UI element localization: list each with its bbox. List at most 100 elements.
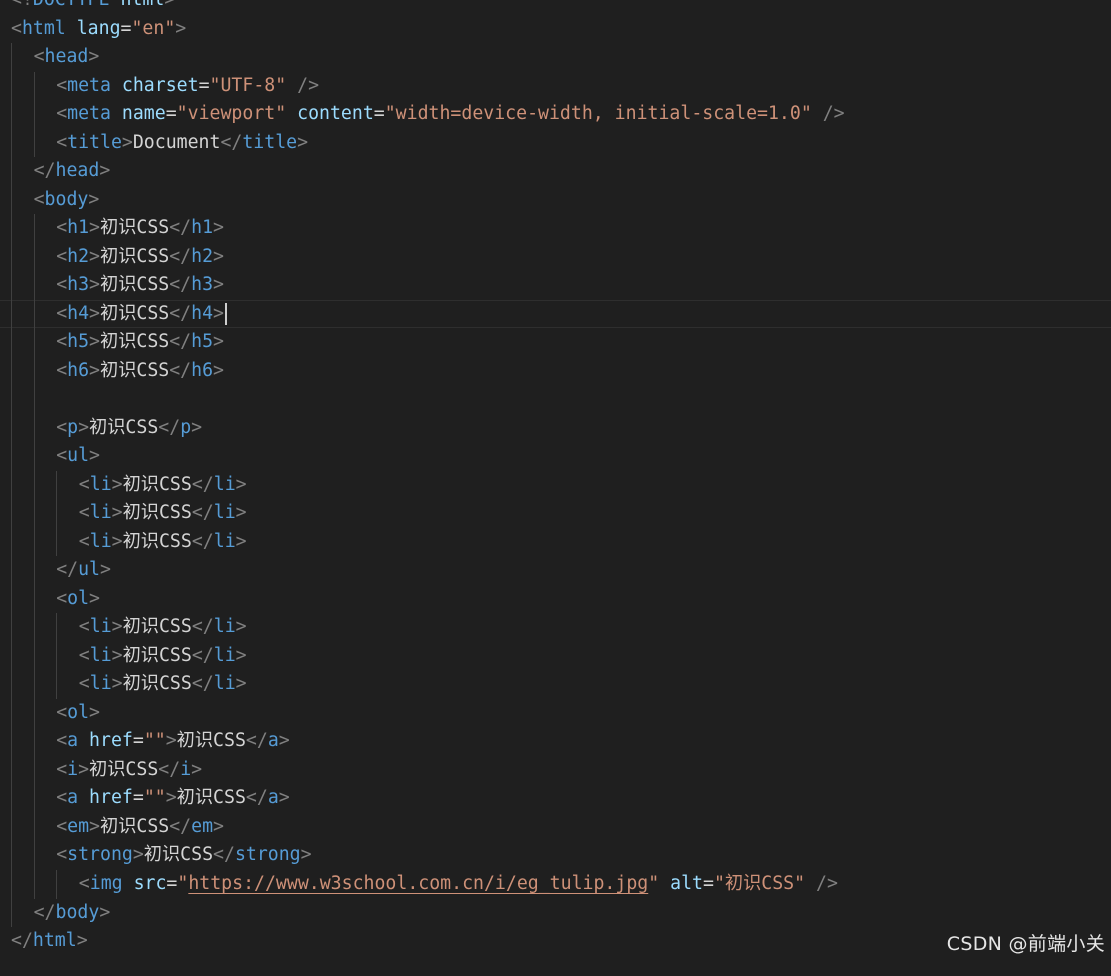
code-token: >	[89, 217, 100, 239]
code-line[interactable]: <h5>初识CSS</h5>	[0, 328, 1111, 357]
code-token: </	[169, 302, 192, 324]
indent-guide	[33, 527, 35, 557]
code-token: 初识CSS	[122, 673, 192, 695]
indent-guide	[11, 385, 12, 414]
code-token: >	[89, 245, 100, 267]
code-token: p	[67, 416, 79, 438]
code-line[interactable]	[0, 385, 1111, 414]
code-line[interactable]: <ol>	[0, 698, 1111, 728]
code-token: >	[89, 302, 100, 324]
code-line[interactable]: <img src="https://www.w3school.com.cn/i/…	[0, 869, 1111, 899]
code-line[interactable]: <h4>初识CSS</h4>	[0, 299, 1111, 329]
code-line[interactable]: <h1>初识CSS</h1>	[0, 214, 1111, 243]
indent-guide	[11, 556, 12, 585]
code-line[interactable]: <em>初识CSS</em>	[0, 812, 1111, 842]
code-token: </	[158, 416, 181, 438]
code-line[interactable]: </html>	[0, 927, 1111, 956]
code-line[interactable]: <ul>	[0, 442, 1111, 471]
code-token: 初识CSS	[100, 302, 170, 324]
code-token: src	[133, 872, 167, 894]
code-token: </	[158, 758, 181, 780]
code-token: <	[56, 416, 68, 438]
code-token: 初识CSS	[89, 758, 159, 780]
code-line[interactable]: <h2>初识CSS</h2>	[0, 242, 1111, 272]
indent-guide	[11, 727, 12, 756]
code-line[interactable]: <h3>初识CSS</h3>	[0, 271, 1111, 300]
code-token: </	[191, 644, 214, 666]
code-line[interactable]: <a href="">初识CSS</a>	[0, 727, 1111, 756]
code-token: >	[99, 160, 111, 182]
code-line[interactable]: <li>初识CSS</li>	[0, 613, 1111, 642]
code-token: <	[56, 131, 68, 153]
code-text: <li>初识CSS</li>	[79, 471, 247, 500]
indent-guide	[56, 869, 58, 899]
indent-guide	[11, 584, 12, 614]
indent-guide	[11, 413, 12, 443]
code-line[interactable]: <title>Document</title>	[0, 128, 1111, 158]
code-token: >	[191, 758, 203, 780]
code-token: title	[67, 131, 122, 153]
code-token: 初识CSS	[122, 616, 192, 638]
indent-guide	[11, 242, 12, 272]
code-text: <a href="">初识CSS</a>	[56, 784, 290, 813]
code-line[interactable]: <head>	[0, 43, 1111, 72]
code-token: </	[191, 502, 214, 524]
code-line[interactable]: <body>	[0, 185, 1111, 215]
code-token: meta	[67, 103, 111, 125]
code-token: <	[56, 758, 68, 780]
code-token: 初识CSS	[176, 787, 246, 809]
code-token: 初识CSS	[100, 331, 170, 353]
code-token: i	[180, 758, 192, 780]
code-token: a	[267, 730, 279, 752]
code-token: >	[111, 644, 123, 666]
code-line[interactable]: <ol>	[0, 584, 1111, 614]
code-line[interactable]: <li>初识CSS</li>	[0, 499, 1111, 528]
code-line[interactable]: <li>初识CSS</li>	[0, 670, 1111, 699]
code-line[interactable]: <li>初识CSS</li>	[0, 641, 1111, 671]
code-line[interactable]: </head>	[0, 157, 1111, 186]
indent-guide	[11, 499, 12, 528]
indent-guide	[11, 613, 12, 642]
code-token: =	[165, 103, 177, 125]
code-line[interactable]: <p>初识CSS</p>	[0, 413, 1111, 443]
code-token: <	[56, 245, 68, 267]
code-text: <li>初识CSS</li>	[79, 499, 247, 528]
code-token: <	[78, 530, 90, 552]
code-line[interactable]: <i>初识CSS</i>	[0, 755, 1111, 785]
code-line[interactable]: <html lang="en">	[0, 15, 1111, 44]
code-token: <	[78, 872, 90, 894]
code-token: >	[278, 730, 290, 752]
code-token: html	[32, 930, 77, 952]
code-token: em	[191, 815, 214, 837]
code-line[interactable]: <h6>初识CSS</h6>	[0, 356, 1111, 386]
code-token: "en"	[131, 17, 176, 39]
code-line[interactable]: <a href="">初识CSS</a>	[0, 784, 1111, 813]
code-text: </html>	[11, 927, 88, 956]
code-token: >	[165, 787, 177, 809]
code-token: <	[56, 359, 68, 381]
code-token: 初识CSS	[122, 473, 192, 495]
code-token: >	[164, 0, 175, 10]
code-token: lang	[76, 17, 121, 39]
indent-guide	[11, 442, 12, 471]
csdn-watermark: CSDN @前端小关	[946, 933, 1105, 955]
code-line[interactable]: </ul>	[0, 556, 1111, 585]
indent-guide	[56, 670, 58, 699]
code-editor[interactable]: <!DOCTYPE html><html lang="en"><head><me…	[0, 0, 1111, 976]
code-token: </	[11, 930, 33, 952]
code-line[interactable]: <meta charset="UTF-8" />	[0, 71, 1111, 101]
code-line[interactable]: <li>初识CSS</li>	[0, 470, 1111, 500]
code-token: />	[816, 872, 838, 894]
code-line[interactable]: <meta name="viewport" content="width=dev…	[0, 100, 1111, 129]
code-token: DOCTYPE	[33, 0, 110, 10]
code-text: <ol>	[56, 699, 100, 728]
code-token: >	[278, 787, 290, 809]
code-token: </	[169, 245, 192, 267]
code-line[interactable]: <li>初识CSS</li>	[0, 527, 1111, 557]
code-line[interactable]: <strong>初识CSS</strong>	[0, 841, 1111, 870]
code-line[interactable]: </body>	[0, 898, 1111, 928]
code-token: 初识CSS	[100, 217, 170, 239]
code-line[interactable]: <!DOCTYPE html>	[0, 0, 1111, 15]
code-token: >	[235, 530, 247, 552]
